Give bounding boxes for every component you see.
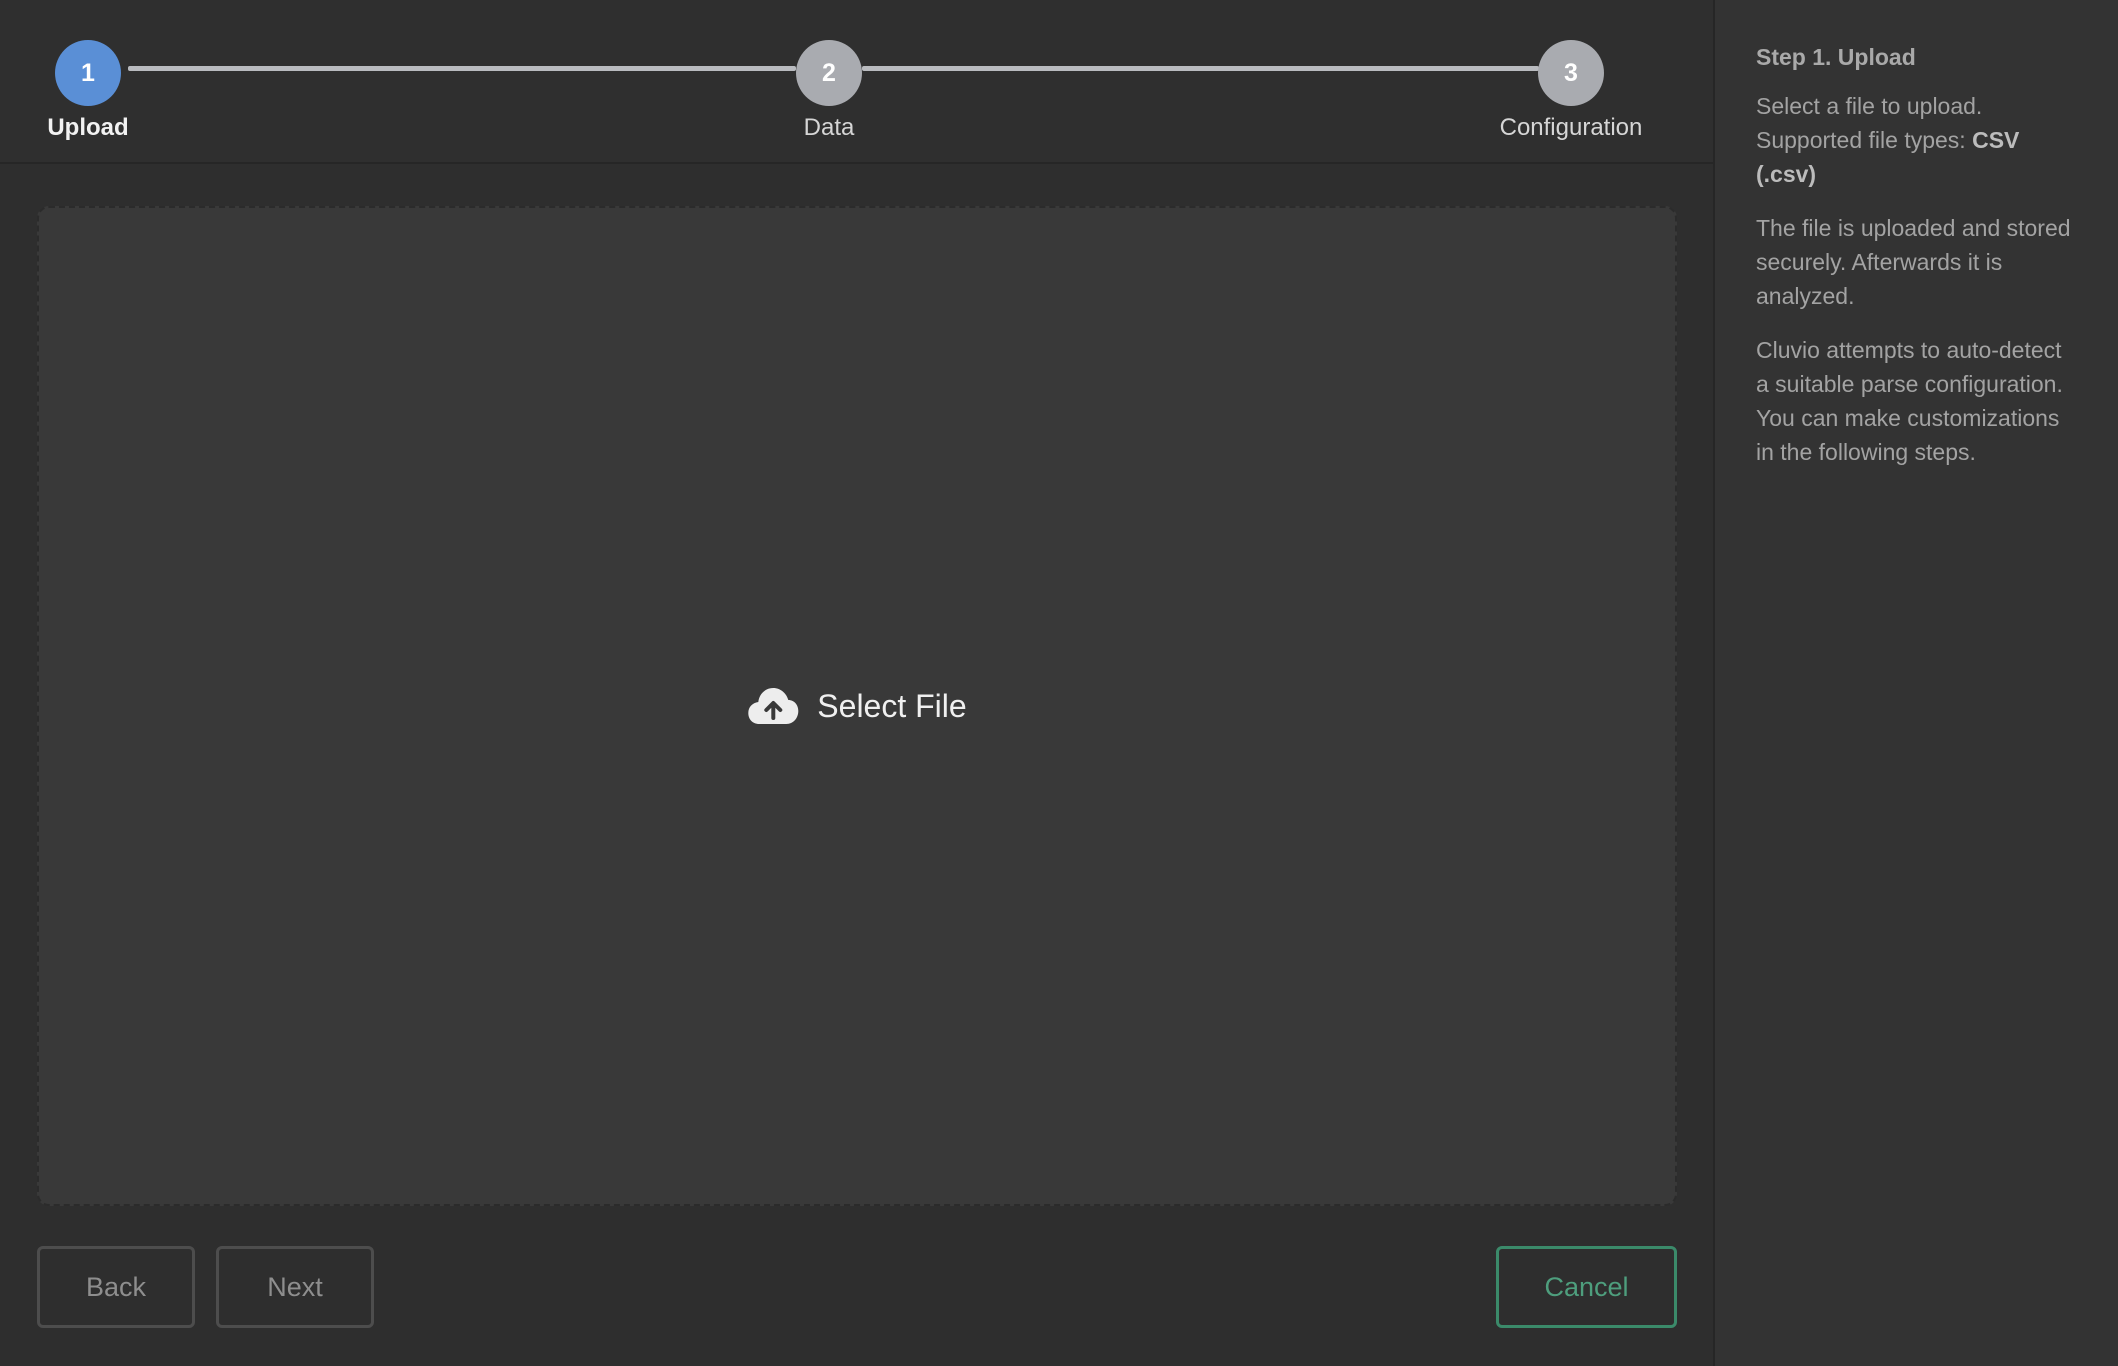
select-file-button[interactable]: Select File (747, 686, 967, 726)
help-panel: Step 1. Upload Select a file to upload. … (1715, 0, 2118, 1366)
wizard-main: 1 2 3 Upload Data Configuration Select F… (0, 0, 1715, 1366)
step-1-label: Upload (47, 114, 129, 141)
step-connector-2-3 (862, 66, 1539, 71)
step-2-circle[interactable]: 2 (796, 40, 862, 106)
file-drop-zone[interactable]: Select File (37, 206, 1677, 1206)
step-connector-1-2 (128, 66, 796, 71)
select-file-label: Select File (817, 687, 967, 724)
help-file-types-text: Select a file to upload. Supported file … (1756, 93, 1983, 153)
help-paragraph-storage: The file is uploaded and stored securely… (1756, 215, 2071, 309)
help-paragraph-file-types: Select a file to upload. Supported file … (1756, 89, 2078, 191)
step-3-label: Configuration (1499, 114, 1643, 141)
import-wizard: 1 2 3 Upload Data Configuration Select F… (0, 0, 2118, 1366)
stepper: 1 2 3 Upload Data Configuration (0, 0, 1713, 164)
step-3-circle[interactable]: 3 (1538, 40, 1604, 106)
step-1-circle[interactable]: 1 (55, 40, 121, 106)
cloud-upload-icon (748, 688, 799, 724)
cancel-button[interactable]: Cancel (1496, 1246, 1677, 1328)
help-title: Step 1. Upload (1756, 44, 1916, 70)
back-button[interactable]: Back (37, 1246, 195, 1328)
help-paragraph-autodetect: Cluvio attempts to auto-detect a suitabl… (1756, 337, 2063, 465)
step-2-label: Data (803, 114, 855, 141)
next-button[interactable]: Next (216, 1246, 374, 1328)
